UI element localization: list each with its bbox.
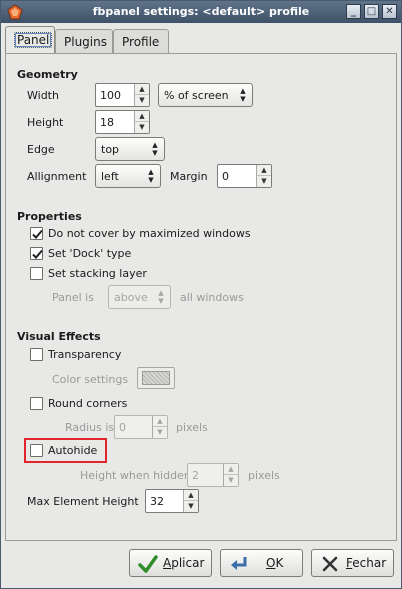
tab-panel[interactable]: Panel [5, 26, 55, 54]
alignment-combo[interactable]: left ▲ ▼ [95, 164, 161, 188]
spin-up-icon[interactable]: ▲ [135, 84, 149, 95]
width-unit-value: % of screen [164, 89, 229, 102]
ok-label: OK [266, 556, 284, 570]
max-element-height-value: 32 [150, 495, 164, 508]
round-corners-checkbox[interactable] [30, 397, 43, 410]
hidden-height-spin-arrows[interactable]: ▲ ▼ [223, 464, 238, 486]
enter-arrow-icon [229, 554, 249, 574]
window-title: fbpanel settings: <default> profile [92, 5, 310, 18]
tab-plugins[interactable]: Plugins [55, 29, 113, 53]
spin-down-icon[interactable]: ▼ [224, 475, 238, 486]
spin-up-icon[interactable]: ▲ [135, 111, 149, 122]
radius-spin[interactable]: 0 ▲ ▼ [114, 415, 168, 439]
settings-window: fbpanel settings: <default> profile _ □ … [0, 0, 402, 589]
combo-arrows-icon: ▲ ▼ [148, 168, 154, 184]
dock-type-label[interactable]: Set 'Dock' type [48, 247, 131, 260]
all-windows-label: all windows [180, 291, 244, 304]
edge-value: top [101, 143, 120, 156]
height-label: Height [27, 116, 64, 129]
height-value: 18 [100, 116, 114, 129]
tab-profile-label: Profile [122, 35, 160, 49]
ok-button[interactable]: OK [220, 549, 303, 577]
minimize-button[interactable]: _ [346, 4, 361, 19]
titlebar[interactable]: fbpanel settings: <default> profile _ □ … [1, 1, 401, 23]
spin-up-icon[interactable]: ▲ [224, 464, 238, 475]
width-spin[interactable]: 100 ▲ ▼ [95, 83, 150, 107]
visual-effects-heading: Visual Effects [17, 330, 101, 343]
spin-up-icon[interactable]: ▲ [257, 165, 271, 176]
checkmark-icon [138, 554, 158, 574]
properties-heading: Properties [17, 210, 82, 223]
color-settings-button[interactable] [137, 367, 175, 389]
transparency-label[interactable]: Transparency [48, 348, 121, 361]
stacking-layer-value: above [114, 291, 148, 304]
hidden-height-label: Height when hidden is [80, 469, 204, 482]
tab-profile[interactable]: Profile [113, 29, 169, 53]
radius-value: 0 [119, 421, 126, 434]
edge-combo[interactable]: top ▲ ▼ [95, 137, 165, 161]
hidden-height-unit-label: pixels [248, 469, 280, 482]
margin-label: Margin [170, 170, 208, 183]
hidden-height-value: 2 [192, 469, 199, 482]
maximize-button[interactable]: □ [364, 4, 379, 19]
margin-spin[interactable]: 0 ▲ ▼ [217, 164, 272, 188]
spin-down-icon[interactable]: ▼ [257, 176, 271, 187]
height-spin-arrows[interactable]: ▲ ▼ [134, 111, 149, 133]
spin-up-icon[interactable]: ▲ [153, 416, 167, 427]
max-element-height-spin-arrows[interactable]: ▲ ▼ [183, 490, 198, 512]
close-button[interactable]: Fechar [311, 549, 394, 577]
hidden-height-spin[interactable]: 2 ▲ ▼ [187, 463, 239, 487]
radius-unit-label: pixels [176, 421, 208, 434]
tab-panel-label: Panel [14, 32, 53, 48]
alignment-label: Allignment [27, 170, 87, 183]
spin-down-icon[interactable]: ▼ [153, 427, 167, 438]
spin-up-icon[interactable]: ▲ [184, 490, 198, 501]
spin-down-icon[interactable]: ▼ [184, 501, 198, 512]
dock-type-checkbox[interactable] [30, 247, 43, 260]
close-label: Fechar [346, 556, 387, 570]
autohide-label[interactable]: Autohide [48, 444, 97, 457]
panel-is-label: Panel is [52, 291, 94, 304]
margin-spin-arrows[interactable]: ▲ ▼ [256, 165, 271, 187]
combo-arrows-icon: ▲ ▼ [158, 289, 164, 305]
spin-down-icon[interactable]: ▼ [135, 95, 149, 106]
panel-settings-page: Geometry Width 100 ▲ ▼ % of screen ▲ ▼ Hei… [5, 53, 397, 541]
color-swatch-icon [142, 371, 170, 385]
radius-spin-arrows[interactable]: ▲ ▼ [152, 416, 167, 438]
checkmark-icon [32, 249, 43, 259]
close-x-icon [320, 554, 340, 574]
no-cover-label[interactable]: Do not cover by maximized windows [48, 227, 251, 240]
tab-plugins-label: Plugins [64, 35, 107, 49]
transparency-checkbox[interactable] [30, 348, 43, 361]
combo-arrows-icon: ▲ ▼ [240, 87, 246, 103]
width-value: 100 [100, 89, 121, 102]
apply-button[interactable]: Aplicar [129, 549, 212, 577]
close-window-button[interactable]: ✕ [382, 4, 397, 19]
color-settings-label: Color settings [52, 373, 129, 386]
stacking-layer-checkbox[interactable] [30, 267, 43, 280]
no-cover-checkbox[interactable] [30, 227, 43, 240]
combo-arrows-icon: ▲ ▼ [152, 141, 158, 157]
stacking-layer-combo[interactable]: above ▲ ▼ [108, 285, 171, 309]
checkmark-icon [32, 229, 43, 239]
width-unit-combo[interactable]: % of screen ▲ ▼ [158, 83, 253, 107]
width-label: Width [27, 89, 59, 102]
autohide-checkbox[interactable] [30, 444, 43, 457]
apply-label: Aplicar [163, 556, 205, 570]
max-element-height-spin[interactable]: 32 ▲ ▼ [145, 489, 199, 513]
round-corners-label[interactable]: Round corners [48, 397, 127, 410]
alignment-value: left [101, 170, 119, 183]
width-spin-arrows[interactable]: ▲ ▼ [134, 84, 149, 106]
stacking-layer-label[interactable]: Set stacking layer [48, 267, 147, 280]
spin-down-icon[interactable]: ▼ [135, 122, 149, 133]
margin-value: 0 [222, 170, 229, 183]
height-spin[interactable]: 18 ▲ ▼ [95, 110, 150, 134]
radius-label: Radius is [65, 421, 115, 434]
geometry-heading: Geometry [17, 68, 78, 81]
max-element-height-label: Max Element Height [27, 495, 139, 508]
edge-label: Edge [27, 143, 55, 156]
